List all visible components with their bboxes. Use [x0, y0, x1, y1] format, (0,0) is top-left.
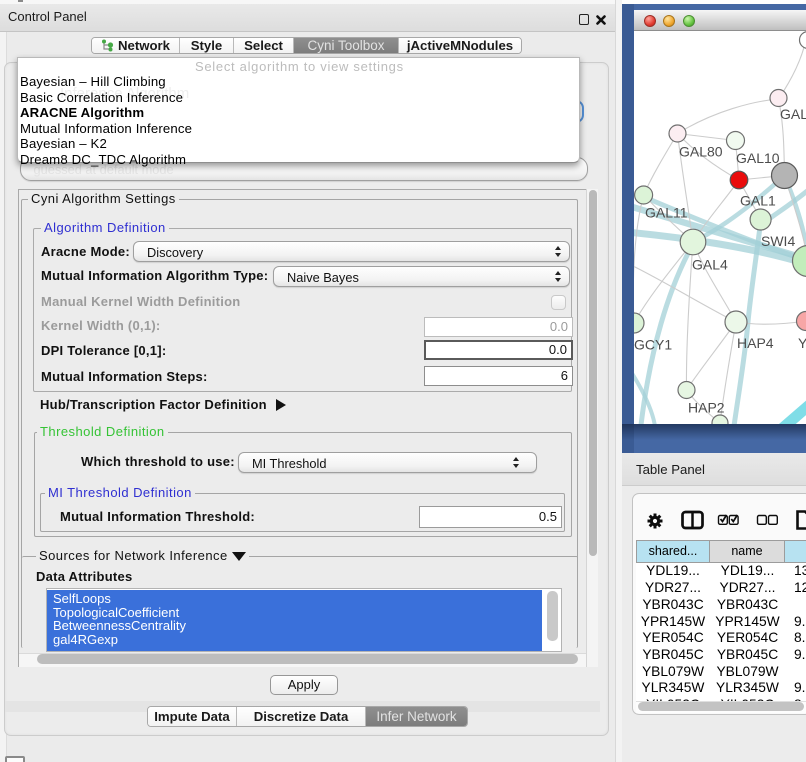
svg-text:SWI4: SWI4 — [761, 233, 795, 249]
svg-text:GCY1: GCY1 — [634, 337, 672, 353]
svg-text:GAL1: GAL1 — [740, 193, 776, 209]
svg-text:GAL10: GAL10 — [736, 150, 780, 166]
svg-text:Y: Y — [798, 335, 806, 351]
svg-text:GAL4: GAL4 — [692, 257, 728, 273]
svg-text:HAP2: HAP2 — [688, 400, 725, 416]
svg-text:GAL80: GAL80 — [679, 144, 723, 160]
svg-text:HAP4: HAP4 — [737, 335, 774, 351]
svg-text:GAL: GAL — [780, 106, 806, 122]
svg-text:GAL11: GAL11 — [645, 205, 688, 221]
